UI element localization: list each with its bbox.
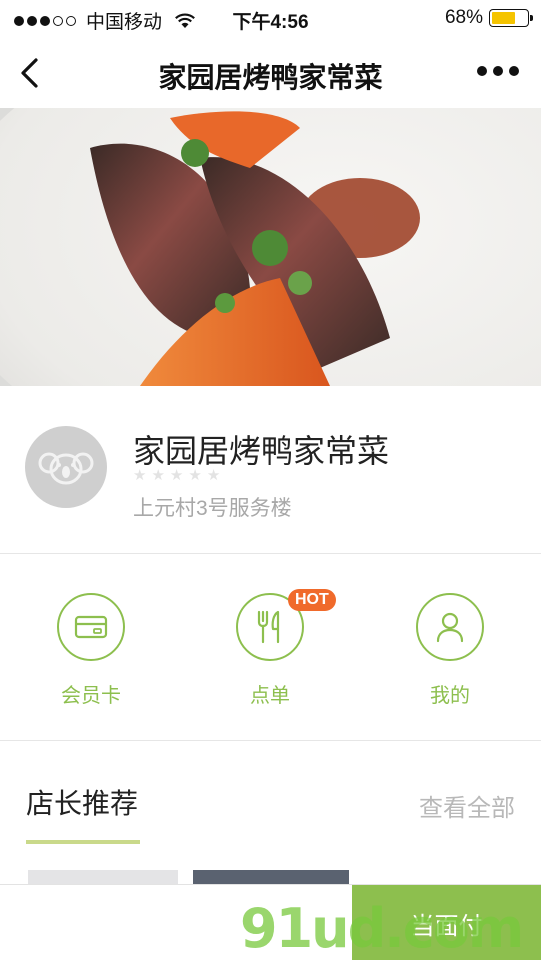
view-all-link[interactable]: 查看全部 (419, 788, 515, 823)
recommend-underline (26, 840, 140, 844)
koala-icon (38, 452, 94, 485)
star-icon: ★ (206, 467, 221, 484)
star-icon: ★ (169, 467, 184, 484)
battery-level (492, 12, 516, 24)
star-icon: ★ (133, 467, 147, 484)
user-icon (436, 612, 464, 643)
my-profile-button[interactable]: 我的 (390, 593, 510, 708)
shop-address: 上元村3号服务楼 (133, 497, 292, 520)
star-icon: ★ (151, 467, 165, 484)
watermark: 91ud.com (240, 897, 524, 960)
battery-icon (489, 9, 533, 27)
member-card-label: 会员卡 (61, 685, 121, 707)
page-title: 家园居烤鸭家常菜 (158, 62, 383, 93)
feature-shortcuts: 会员卡 HOT 点单 我的 (0, 555, 541, 741)
shop-info-card: 家园居烤鸭家常菜 ★ ★ ★ ★ ★ 上元村3号服务楼 (0, 386, 541, 554)
navigation-bar: 家园居烤鸭家常菜 (0, 36, 541, 108)
more-dots-icon (477, 66, 487, 76)
member-card-button[interactable]: 会员卡 (31, 593, 151, 708)
card-icon (74, 615, 108, 639)
status-right: 68% (444, 7, 533, 29)
bottom-bar: 当面付 91ud.com (0, 884, 541, 960)
hot-badge: HOT (288, 589, 336, 611)
battery-percent: 68% (444, 7, 483, 28)
status-bar: 中国移动 下午4:56 68% (0, 0, 541, 36)
shop-avatar (25, 426, 107, 508)
rating-stars: ★ ★ ★ ★ ★ (133, 466, 220, 484)
my-profile-label: 我的 (430, 685, 470, 707)
recommend-title: 店长推荐 (26, 788, 139, 819)
order-label: 点单 (250, 685, 290, 707)
hero-food-image (0, 108, 541, 386)
star-icon: ★ (188, 467, 202, 484)
recommend-section: 店长推荐 查看全部 (0, 742, 541, 890)
fork-knife-icon (257, 610, 280, 644)
more-button[interactable] (477, 66, 519, 76)
order-button[interactable]: HOT 点单 (210, 589, 336, 708)
